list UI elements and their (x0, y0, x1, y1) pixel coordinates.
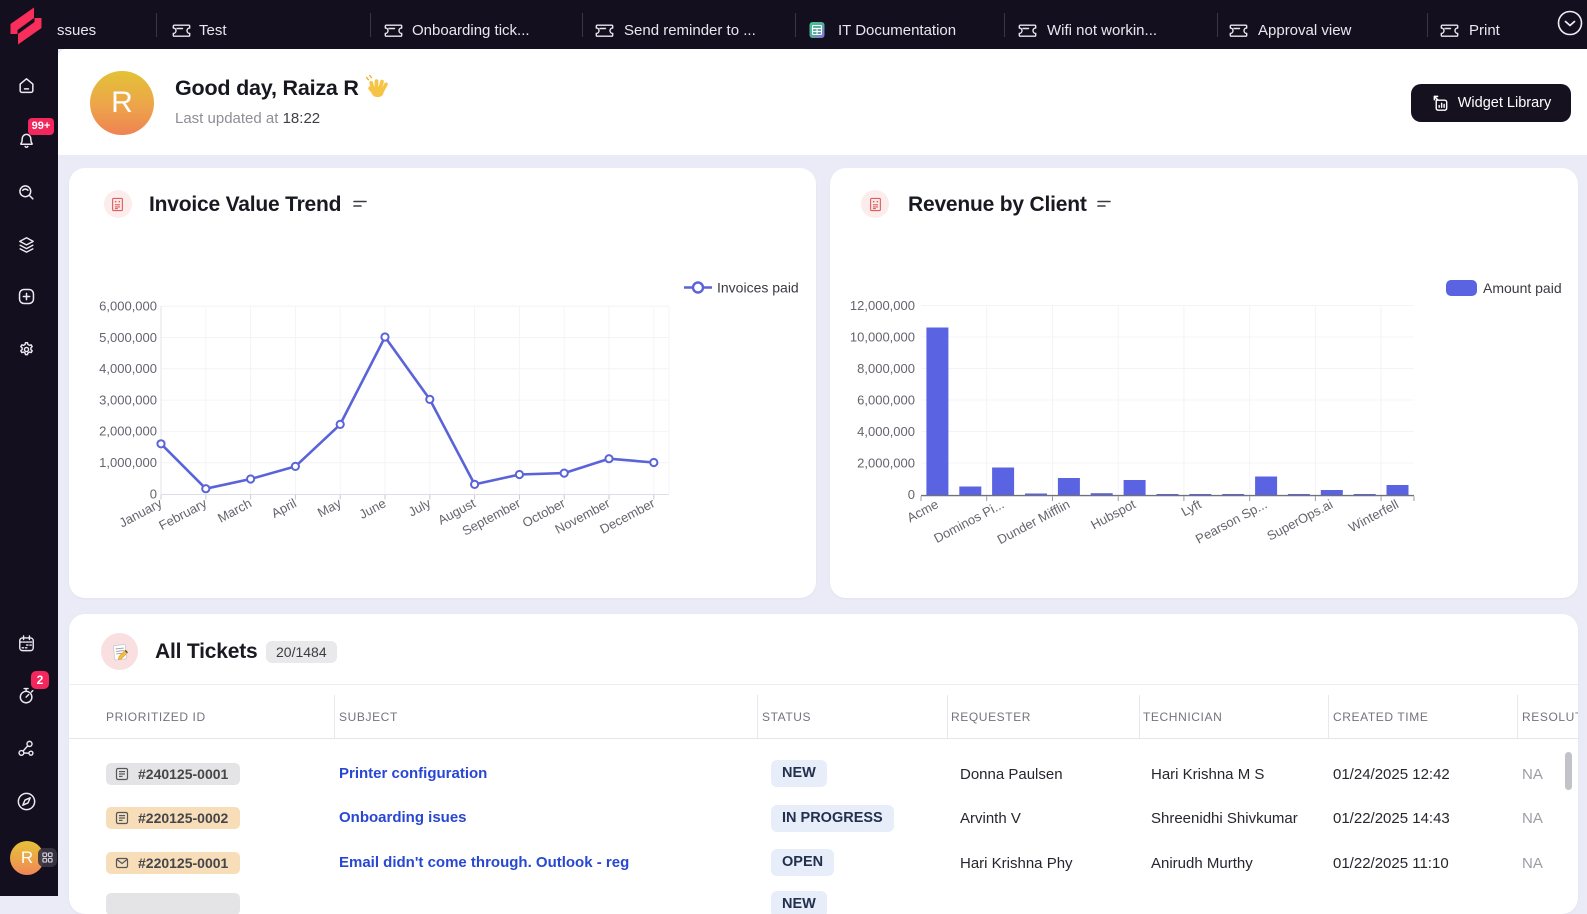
svg-text:February: February (156, 495, 209, 533)
svg-text:2,000,000: 2,000,000 (99, 424, 157, 439)
svg-text:6,000,000: 6,000,000 (99, 299, 157, 314)
svg-text:Pearson Sp...: Pearson Sp... (1193, 496, 1270, 546)
svg-text:Winterfell: Winterfell (1346, 496, 1401, 535)
svg-text:6,000,000: 6,000,000 (857, 393, 915, 408)
svg-text:10,000,000: 10,000,000 (850, 330, 915, 345)
svg-text:Dominos Pi...: Dominos Pi... (931, 496, 1006, 546)
svg-text:Hubspot: Hubspot (1088, 496, 1138, 532)
svg-text:SuperOps.ai: SuperOps.ai (1264, 496, 1335, 543)
svg-text:12,000,000: 12,000,000 (850, 298, 915, 313)
svg-text:8,000,000: 8,000,000 (857, 361, 915, 376)
svg-text:4,000,000: 4,000,000 (99, 361, 157, 376)
svg-text:4,000,000: 4,000,000 (857, 424, 915, 439)
svg-text:April: April (269, 495, 299, 521)
svg-text:0: 0 (908, 487, 915, 502)
svg-text:Invoices paid: Invoices paid (717, 280, 799, 296)
svg-text:March: March (215, 495, 254, 525)
svg-text:Amount paid: Amount paid (1483, 280, 1562, 296)
svg-text:Lyft: Lyft (1179, 496, 1204, 519)
svg-text:3,000,000: 3,000,000 (99, 392, 157, 407)
svg-text:May: May (315, 495, 344, 520)
svg-text:Dunder Mifflin: Dunder Mifflin (995, 496, 1073, 547)
svg-text:1,000,000: 1,000,000 (99, 455, 157, 470)
svg-text:2,000,000: 2,000,000 (857, 456, 915, 471)
svg-text:5,000,000: 5,000,000 (99, 330, 157, 345)
svg-text:June: June (356, 495, 388, 521)
svg-text:January: January (117, 495, 165, 530)
